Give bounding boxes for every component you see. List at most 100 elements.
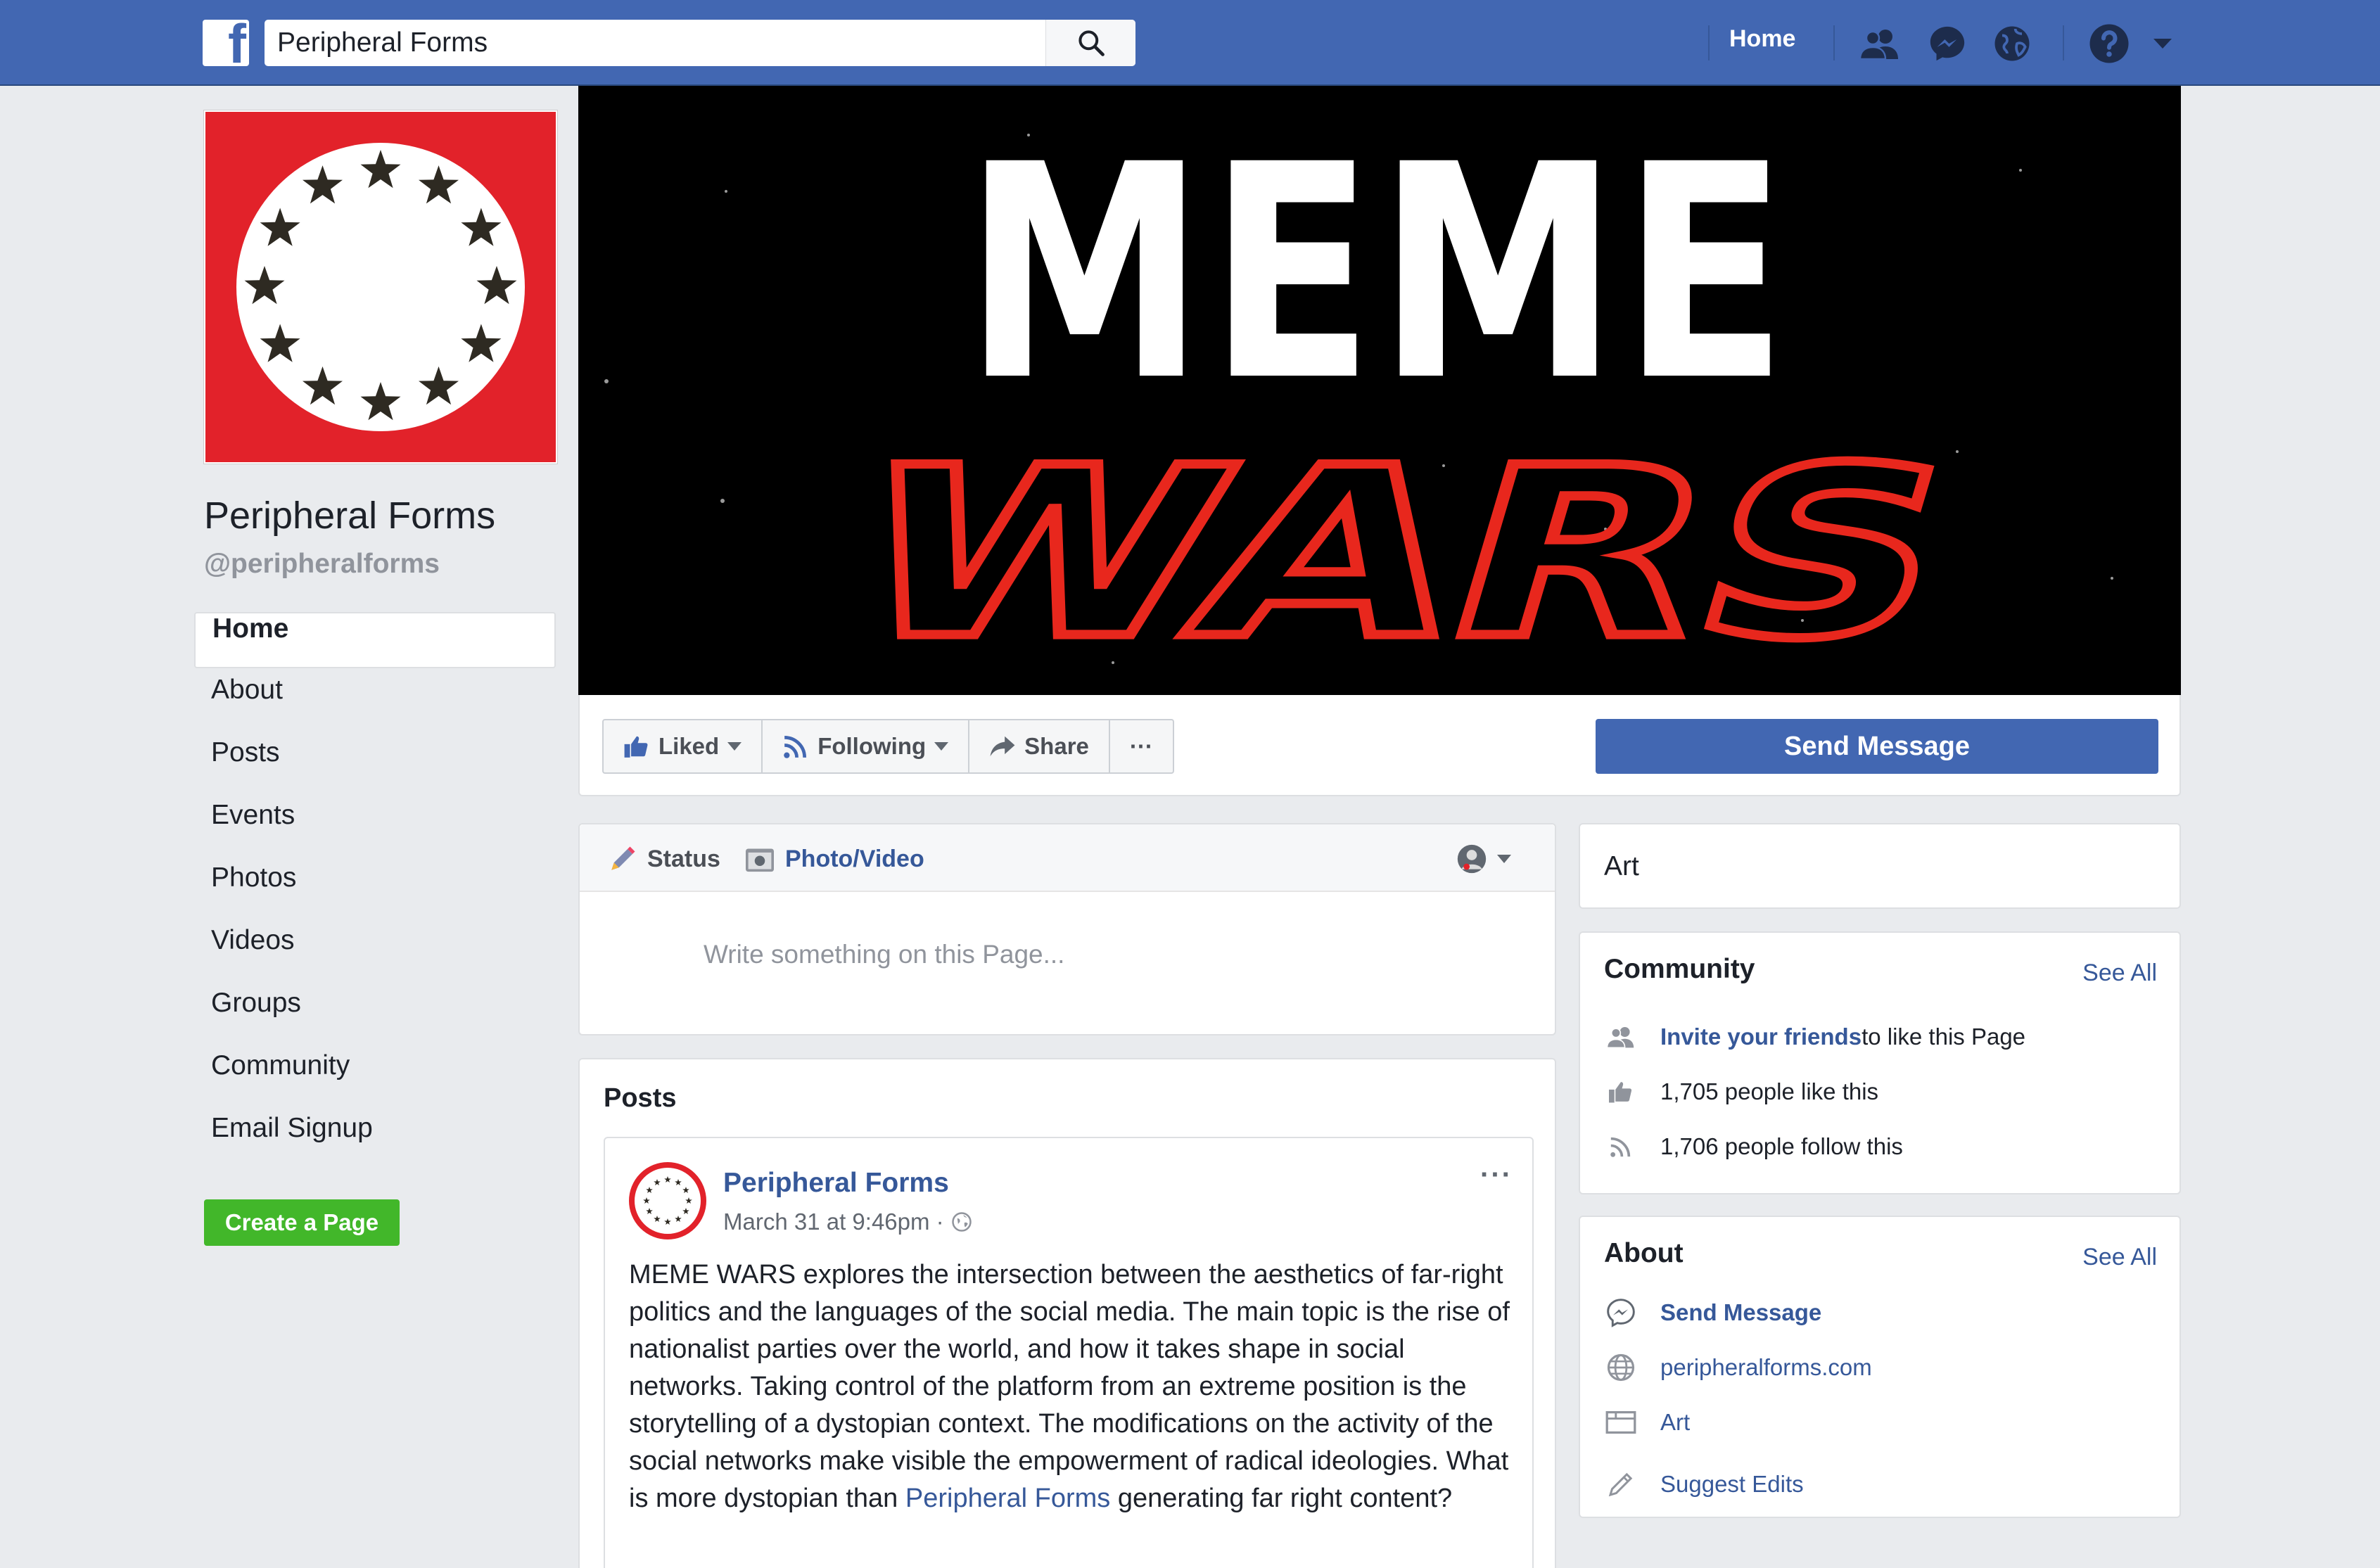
stars-circle-logo [236, 143, 525, 431]
website-link[interactable]: peripheralforms.com [1660, 1354, 1872, 1381]
follows-row: 1,706 people follow this [1604, 1126, 1903, 1168]
tab-status-label: Status [647, 845, 720, 872]
search-icon [1078, 30, 1105, 56]
leftnav-item-about[interactable]: About [194, 675, 556, 737]
help-icon[interactable] [2088, 23, 2130, 65]
search-input[interactable] [277, 20, 1044, 66]
post-composer: Status Photo/Video Write something on th… [578, 823, 1556, 1035]
star-icon [664, 1218, 671, 1225]
friend-requests-icon[interactable] [1859, 23, 1901, 65]
page-username[interactable]: @peripheralforms [204, 549, 440, 580]
post-as-selector[interactable] [1456, 841, 1511, 877]
cover-photo[interactable]: MEME WARS [578, 86, 2181, 695]
star-icon [664, 1176, 671, 1183]
leftnav-item-posts[interactable]: Posts [194, 737, 556, 800]
post-author-avatar[interactable] [629, 1162, 706, 1239]
leftnav-item-email-signup[interactable]: Email Signup [194, 1113, 556, 1175]
likes-count: 1,705 people like this [1660, 1078, 1879, 1104]
star-icon [682, 1208, 689, 1214]
post-options-button[interactable]: ··· [1480, 1159, 1513, 1191]
chevron-down-icon [727, 742, 742, 751]
tab-photo-video-label: Photo/Video [785, 845, 924, 872]
nav-divider [1833, 25, 1835, 60]
star-icon [682, 1187, 689, 1193]
leftnav-item-community[interactable]: Community [194, 1050, 556, 1113]
more-icon: ··· [1129, 733, 1153, 759]
page-category-card: Art [1579, 823, 2181, 909]
about-card: About See All Send Message peripheralfor… [1579, 1216, 2181, 1518]
post-body-text: MEME WARS explores the intersection betw… [629, 1260, 1510, 1513]
notifications-globe-icon[interactable] [1991, 23, 2033, 65]
leftnav-item-videos[interactable]: Videos [194, 925, 556, 988]
nav-divider [1708, 25, 1710, 60]
folder-tab-icon [1604, 1406, 1638, 1439]
facebook-logo[interactable]: f [203, 20, 249, 66]
top-navigation-bar: f Home [0, 0, 2380, 86]
star-icon [685, 1197, 692, 1204]
page-profile-picture[interactable] [204, 110, 557, 464]
page-left-navigation: Home About Posts Events Photos Videos Gr… [194, 612, 556, 1175]
post-text: MEME WARS explores the intersection betw… [629, 1256, 1517, 1517]
search-button[interactable] [1045, 20, 1135, 66]
rss-follow-icon [784, 735, 807, 758]
globe-privacy-icon [951, 1212, 972, 1232]
thumbs-up-icon [624, 736, 648, 758]
page-action-buttons: Liked Following Share ··· [602, 719, 1174, 774]
following-label: Following [817, 733, 927, 759]
friends-icon [1604, 1020, 1638, 1054]
page-title: Peripheral Forms [204, 495, 496, 537]
rss-follow-icon [1604, 1130, 1638, 1164]
tab-photo-video[interactable]: Photo/Video [744, 841, 924, 877]
meme-wars-cover-art: MEME WARS [604, 102, 2113, 695]
community-card: Community See All Invite your friends to… [1579, 931, 2181, 1194]
account-menu-chevron-down-icon[interactable] [2149, 23, 2177, 65]
tab-status[interactable]: Status [608, 841, 720, 877]
posts-heading: Posts [604, 1083, 677, 1113]
pencil-icon [1604, 1467, 1638, 1501]
page-category[interactable]: Art [1604, 851, 1639, 882]
star-icon [643, 1197, 650, 1204]
post-timestamp[interactable]: March 31 at 9:46pm · [723, 1209, 972, 1235]
create-page-button[interactable]: Create a Page [204, 1199, 400, 1246]
posts-section: Posts Peripheral Forms March 31 at 9:46p… [578, 1058, 1556, 1568]
avatar-icon [1457, 844, 1487, 874]
leftnav-item-photos[interactable]: Photos [194, 862, 556, 925]
following-button[interactable]: Following [763, 720, 970, 772]
about-send-message-link[interactable]: Send Message [1660, 1299, 1821, 1326]
chevron-down-icon [934, 742, 949, 751]
category-link[interactable]: Art [1660, 1409, 1690, 1436]
composer-input[interactable]: Write something on this Page... [704, 940, 1064, 969]
community-heading: Community [1604, 954, 1755, 984]
star-icon [646, 1187, 653, 1193]
post-body-end: generating far right content? [1110, 1484, 1453, 1513]
globe-icon [1604, 1351, 1638, 1384]
about-see-all-link[interactable]: See All [2082, 1244, 2157, 1271]
suggest-edits-link[interactable]: Suggest Edits [1660, 1471, 1804, 1498]
messenger-icon [1604, 1296, 1638, 1330]
share-button[interactable]: Share [969, 720, 1110, 772]
leftnav-item-home[interactable]: Home [194, 612, 556, 668]
leftnav-item-events[interactable]: Events [194, 800, 556, 862]
thumbs-up-icon [1604, 1075, 1638, 1109]
suggest-edits-row: Suggest Edits [1604, 1463, 1804, 1505]
cover-title-wars: WARS [821, 418, 1981, 690]
chevron-down-icon [1497, 855, 1511, 863]
stars-circle-logo [643, 1176, 692, 1225]
liked-button[interactable]: Liked [604, 720, 763, 772]
search-box [265, 20, 1135, 66]
invite-friends-link[interactable]: Invite your friends [1660, 1024, 1862, 1050]
star-icon [675, 1179, 682, 1186]
messenger-icon[interactable] [1926, 23, 1968, 65]
community-see-all-link[interactable]: See All [2082, 960, 2157, 987]
about-heading: About [1604, 1238, 1684, 1268]
follows-count: 1,706 people follow this [1660, 1133, 1903, 1159]
star-icon [654, 1216, 661, 1222]
post-author-link[interactable]: Peripheral Forms [723, 1168, 949, 1199]
send-message-button[interactable]: Send Message [1596, 719, 2158, 774]
leftnav-item-groups[interactable]: Groups [194, 988, 556, 1050]
nav-home-link[interactable]: Home [1717, 25, 1808, 60]
about-send-message-row: Send Message [1604, 1292, 1821, 1334]
more-options-button[interactable]: ··· [1110, 720, 1173, 772]
category-row: Art [1604, 1401, 1690, 1443]
post-body-link[interactable]: Peripheral Forms [905, 1484, 1110, 1513]
